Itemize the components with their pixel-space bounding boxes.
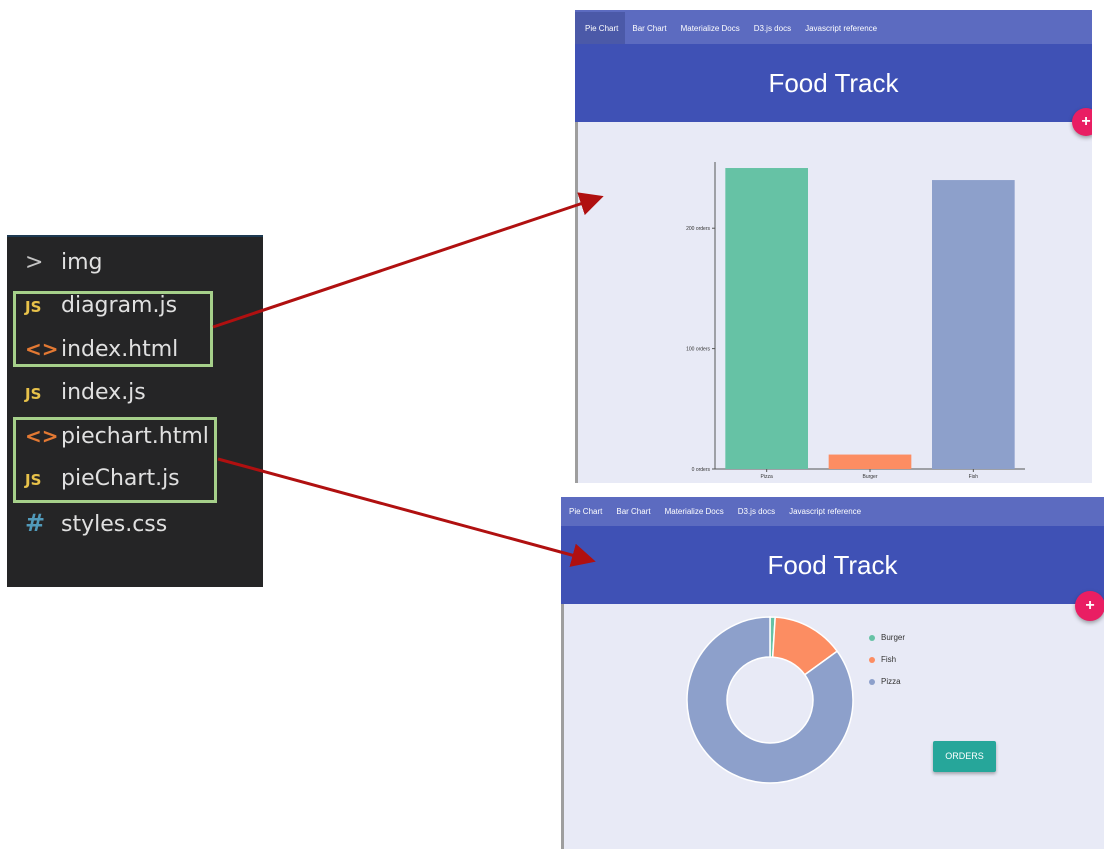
arrow-to-pie-chart: [217, 457, 596, 567]
annotation-arrows: [212, 192, 604, 567]
arrow-to-bar-chart: [212, 192, 604, 329]
